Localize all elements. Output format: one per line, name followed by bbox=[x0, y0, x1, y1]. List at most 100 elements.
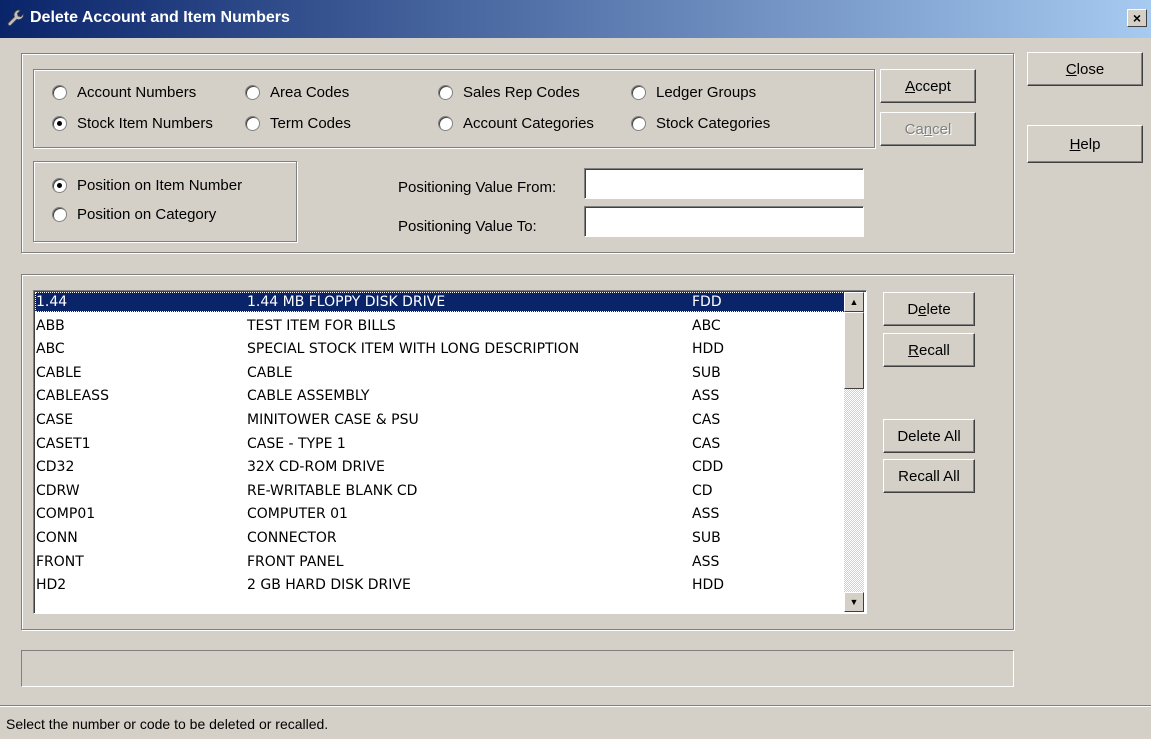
list-item[interactable]: HD2 2 GB HARD DISK DRIVE HDD bbox=[35, 575, 845, 595]
list-item[interactable]: CASET1 CASE - TYPE 1 CAS bbox=[35, 434, 845, 454]
item-code: HD2 bbox=[36, 577, 67, 594]
recall-label-post: ecall bbox=[918, 341, 950, 359]
item-description: 1.44 MB FLOPPY DISK DRIVE bbox=[247, 294, 446, 310]
item-description: 2 GB HARD DISK DRIVE bbox=[247, 577, 411, 594]
list-item[interactable]: ABB TEST ITEM FOR BILLS ABC bbox=[35, 316, 845, 336]
arrow-up-icon: ▲ bbox=[849, 297, 859, 307]
help-label: Help bbox=[1070, 136, 1101, 153]
cancel-label-key: n bbox=[923, 120, 933, 138]
delete-all-button[interactable]: Delete All bbox=[883, 419, 975, 453]
item-code: ABC bbox=[36, 341, 65, 358]
radio-type-option[interactable]: Ledger Groups bbox=[631, 84, 756, 101]
list-scrollbar[interactable]: ▲ ▼ bbox=[844, 292, 864, 612]
radio-label: Ledger Groups bbox=[656, 84, 757, 101]
list-item[interactable]: COMP01 COMPUTER 01 ASS bbox=[35, 504, 845, 524]
title-bar: Delete Account and Item Numbers × bbox=[0, 0, 1151, 38]
list-item[interactable]: 1.44 1.44 MB FLOPPY DISK DRIVE FDD bbox=[35, 292, 845, 312]
radio-button-icon[interactable] bbox=[52, 116, 67, 131]
items-list[interactable]: 1.44 1.44 MB FLOPPY DISK DRIVE FDD ABB TEST … bbox=[33, 290, 867, 614]
item-description: COMPUTER 01 bbox=[247, 506, 348, 523]
delete-all-label: Delete All bbox=[897, 427, 961, 445]
radio-button-icon[interactable] bbox=[52, 85, 67, 100]
cancel-label-post: cel bbox=[932, 120, 952, 138]
delete-label-key: e bbox=[918, 300, 927, 318]
item-category: CD bbox=[692, 482, 713, 499]
status-bar: Select the number or code to be deleted … bbox=[0, 705, 1151, 739]
list-item[interactable]: CABLE CABLE SUB bbox=[35, 363, 845, 383]
radio-button-icon[interactable] bbox=[631, 116, 646, 131]
arrow-down-icon: ▼ bbox=[849, 597, 859, 607]
item-category: FDD bbox=[692, 294, 722, 310]
scroll-thumb[interactable] bbox=[844, 312, 864, 389]
radio-button-icon[interactable] bbox=[631, 85, 646, 100]
item-category: CAS bbox=[692, 412, 721, 428]
item-description: TEST ITEM FOR BILLS bbox=[247, 317, 396, 334]
help-button[interactable]: Help bbox=[1027, 125, 1143, 163]
item-code: CASET1 bbox=[36, 435, 91, 452]
recall-all-label: Recall All bbox=[898, 467, 960, 485]
accept-label: Accept bbox=[905, 78, 951, 95]
radio-button-icon[interactable] bbox=[245, 116, 260, 131]
radio-type-option[interactable]: Area Codes bbox=[245, 84, 349, 101]
cancel-label-pre: Ca bbox=[904, 120, 924, 138]
radio-type-option[interactable]: Sales Rep Codes bbox=[438, 84, 580, 101]
item-category: ASS bbox=[692, 506, 720, 523]
item-category: HDD bbox=[692, 577, 725, 594]
item-description: CABLE bbox=[247, 364, 293, 381]
radio-position-option[interactable]: Position on Category bbox=[52, 206, 216, 223]
window-title: Delete Account and Item Numbers bbox=[30, 9, 290, 26]
positioning-from-input[interactable] bbox=[584, 168, 864, 199]
info-panel bbox=[21, 650, 1014, 687]
item-code: 1.44 bbox=[36, 294, 68, 310]
radio-type-option[interactable]: Stock Categories bbox=[631, 115, 770, 132]
item-code: CASE bbox=[36, 412, 74, 428]
radio-button-icon[interactable] bbox=[52, 207, 67, 222]
list-item[interactable]: ABC SPECIAL STOCK ITEM WITH LONG DESCRIPT… bbox=[35, 339, 845, 359]
item-description: CONNECTOR bbox=[247, 530, 337, 546]
help-label-post: elp bbox=[1080, 135, 1101, 153]
list-item[interactable]: CONN CONNECTOR SUB bbox=[35, 528, 845, 548]
radio-position-option[interactable]: Position on Item Number bbox=[52, 177, 242, 194]
radio-label: Position on Item Number bbox=[77, 177, 243, 194]
item-code: ABB bbox=[36, 317, 65, 334]
recall-button[interactable]: Recall bbox=[883, 333, 975, 367]
positioning-to-input[interactable] bbox=[584, 206, 864, 237]
item-description: MINITOWER CASE & PSU bbox=[247, 412, 419, 428]
item-description: FRONT PANEL bbox=[247, 553, 344, 570]
recall-label: Recall bbox=[908, 342, 950, 359]
item-category: HDD bbox=[692, 341, 725, 358]
list-item[interactable]: CASE MINITOWER CASE & PSU CAS bbox=[35, 410, 845, 430]
help-label-key: H bbox=[1069, 135, 1081, 153]
accept-label-key: A bbox=[905, 77, 916, 95]
radio-type-option[interactable]: Stock Item Numbers bbox=[52, 115, 213, 132]
list-item[interactable]: CABLEASS CABLE ASSEMBLY ASS bbox=[35, 386, 845, 406]
list-item[interactable]: CD32 32X CD-ROM DRIVE CDD bbox=[35, 457, 845, 477]
close-label-key: C bbox=[1065, 60, 1077, 78]
list-item[interactable]: FRONT FRONT PANEL ASS bbox=[35, 552, 845, 572]
item-code: FRONT bbox=[36, 553, 84, 570]
radio-button-icon[interactable] bbox=[438, 85, 453, 100]
scroll-up-button[interactable]: ▲ bbox=[844, 292, 864, 312]
radio-button-icon[interactable] bbox=[245, 85, 260, 100]
cancel-button[interactable]: Cancel bbox=[880, 112, 976, 146]
item-description: CABLE ASSEMBLY bbox=[247, 388, 370, 405]
item-description: SPECIAL STOCK ITEM WITH LONG DESCRIPTION bbox=[247, 341, 580, 358]
radio-button-icon[interactable] bbox=[52, 178, 67, 193]
accept-button[interactable]: Accept bbox=[880, 69, 976, 103]
radio-type-option[interactable]: Term Codes bbox=[245, 115, 351, 132]
recall-all-button[interactable]: Recall All bbox=[883, 459, 975, 493]
scroll-down-button[interactable]: ▼ bbox=[844, 592, 864, 612]
radio-type-option[interactable]: Account Categories bbox=[438, 115, 594, 132]
item-category: SUB bbox=[692, 530, 721, 546]
delete-button[interactable]: Delete bbox=[883, 292, 975, 326]
close-button[interactable]: Close bbox=[1027, 52, 1143, 86]
list-item[interactable]: CDRW RE-WRITABLE BLANK CD CD bbox=[35, 481, 845, 501]
positioning-from-label: Positioning Value From: bbox=[398, 179, 557, 196]
radio-type-option[interactable]: Account Numbers bbox=[52, 84, 196, 101]
radio-button-icon[interactable] bbox=[438, 116, 453, 131]
position-options-box bbox=[33, 161, 297, 242]
item-code: COMP01 bbox=[36, 506, 96, 523]
radio-label: Sales Rep Codes bbox=[463, 84, 580, 101]
close-window-button[interactable]: × bbox=[1127, 9, 1147, 27]
item-category: ASS bbox=[692, 553, 720, 570]
